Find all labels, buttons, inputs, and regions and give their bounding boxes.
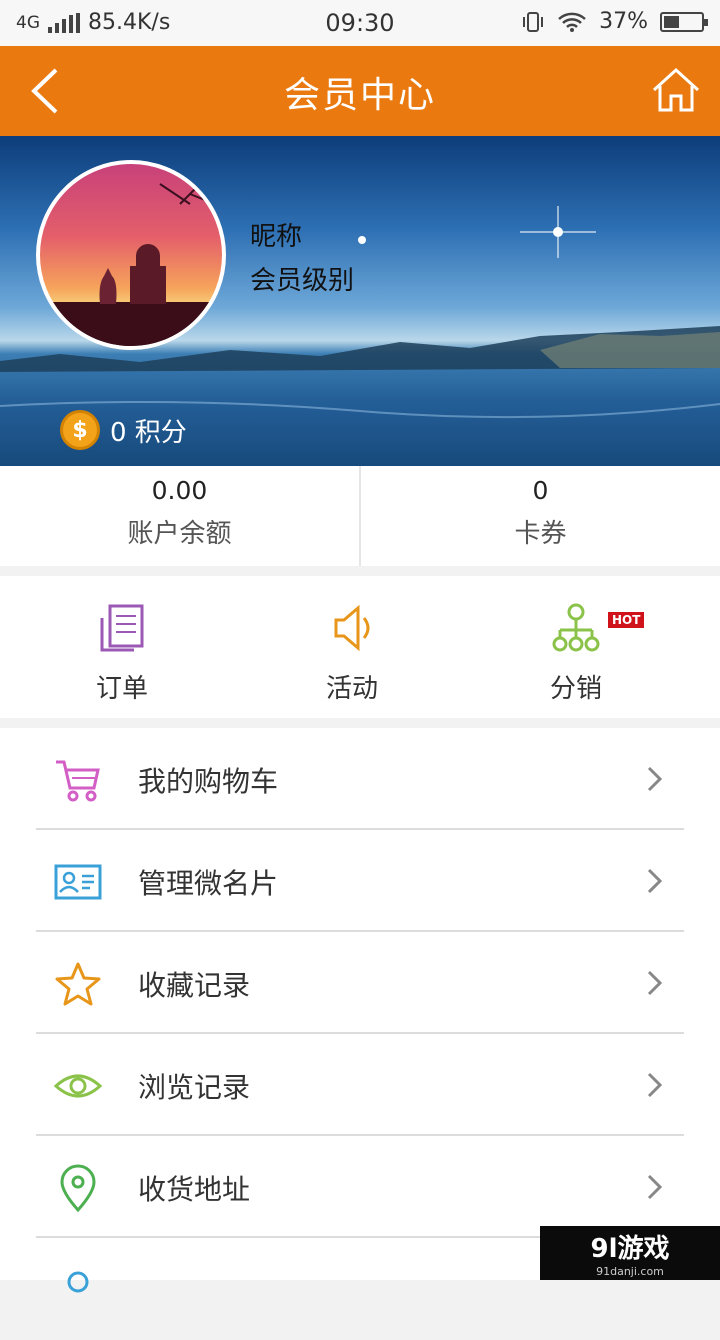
coupon-label: 卡券 — [514, 519, 567, 549]
chevron-right-icon — [647, 766, 663, 792]
coin-icon: $ — [60, 410, 100, 450]
account-balance[interactable]: 0.00 账户余额 — [0, 466, 359, 566]
list-item-address[interactable]: 收货地址 — [36, 1136, 684, 1238]
location-pin-icon — [60, 1164, 96, 1212]
distribution-label: 分销 — [549, 674, 602, 704]
battery-icon — [660, 11, 708, 32]
eye-icon — [54, 1074, 102, 1098]
balance-label: 账户余额 — [127, 519, 232, 549]
speaker-icon — [334, 604, 370, 652]
points-display[interactable]: $ 0 积分 — [60, 410, 187, 450]
avatar[interactable] — [36, 160, 226, 350]
site-watermark: 9l游戏 91danji.com — [540, 1226, 720, 1280]
list-item-card[interactable]: 管理微名片 — [36, 830, 684, 932]
status-right: 37% — [521, 9, 708, 34]
avatar-illustration — [40, 173, 222, 346]
watermark-logo: 9l游戏 — [590, 1234, 670, 1264]
profile-banner: 昵称 会员级别 $ 0 积分 — [0, 136, 720, 466]
balance-row: 0.00 账户余额 0 卡券 — [0, 466, 720, 566]
watermark-url: 91danji.com — [596, 1265, 664, 1278]
cart-label: 我的购物车 — [138, 765, 279, 798]
nickname: 昵称 — [250, 222, 303, 252]
wifi-icon — [558, 12, 586, 32]
chevron-right-icon — [647, 868, 663, 894]
orders-button[interactable]: 订单 — [42, 602, 202, 705]
activity-button[interactable]: 活动 — [272, 602, 432, 705]
balance-value: 0.00 — [151, 476, 208, 505]
orders-label: 订单 — [95, 674, 148, 704]
star-icon — [55, 962, 101, 1006]
chevron-right-icon — [647, 1072, 663, 1098]
menu-list: 我的购物车 管理微名片 收藏记录 浏览记录 收货地址 — [0, 728, 720, 1293]
hot-badge: HOT — [608, 612, 645, 628]
chevron-right-icon — [647, 1174, 663, 1200]
address-label: 收货地址 — [138, 1173, 251, 1206]
card-label: 管理微名片 — [138, 867, 279, 900]
coupons[interactable]: 0 卡券 — [359, 466, 720, 566]
id-card-icon — [54, 864, 102, 900]
network-tree-icon — [552, 603, 600, 652]
chevron-right-icon — [647, 970, 663, 996]
list-item-favorites[interactable]: 收藏记录 — [36, 932, 684, 1034]
status-bar: 4G 85.4K/s 09:30 37% — [0, 0, 720, 46]
points-label: 0 积分 — [110, 417, 187, 448]
activity-label: 活动 — [325, 674, 378, 704]
favorites-label: 收藏记录 — [138, 969, 251, 1002]
history-label: 浏览记录 — [138, 1071, 251, 1104]
list-item-history[interactable]: 浏览记录 — [36, 1034, 684, 1136]
vibrate-icon — [523, 11, 544, 32]
cart-icon — [56, 760, 100, 802]
document-icon — [100, 604, 144, 652]
app-header: 会员中心 — [0, 46, 720, 136]
coupon-value: 0 — [532, 476, 549, 505]
user-icon — [67, 1271, 89, 1293]
page-title: 会员中心 — [283, 75, 436, 116]
quick-actions: 订单 活动 分销 — [0, 576, 720, 718]
list-item-cart[interactable]: 我的购物车 — [36, 728, 684, 830]
battery-percent: 37% — [599, 9, 648, 34]
member-level: 会员级别 — [250, 266, 355, 296]
home-icon[interactable] — [650, 64, 702, 116]
